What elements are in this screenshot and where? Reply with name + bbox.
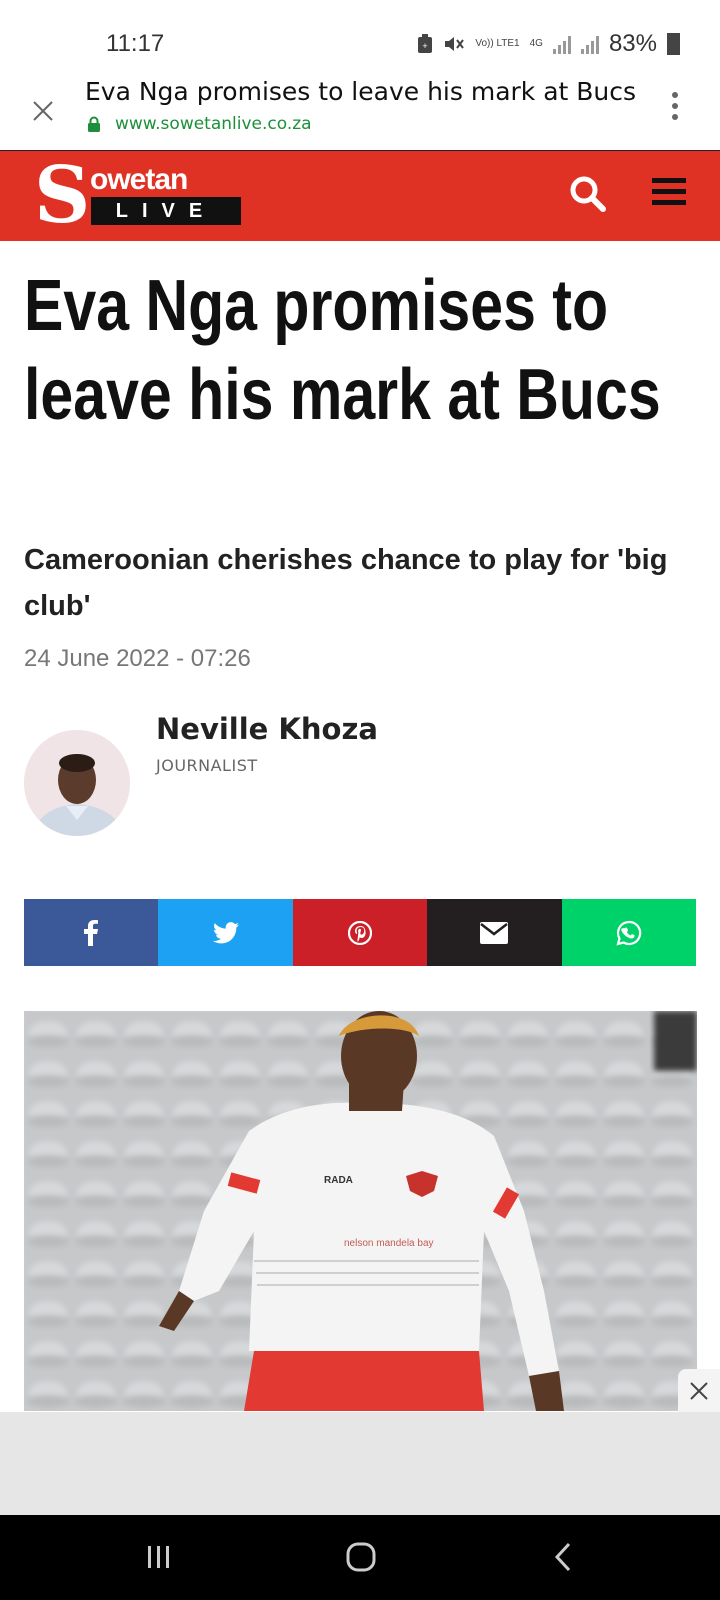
article-subheadline: Cameroonian cherishes chance to play for… bbox=[24, 544, 668, 622]
lock-icon bbox=[88, 116, 100, 132]
football-player-photo: RADA nelson mandela bay bbox=[24, 1011, 697, 1411]
tab-title: Eva Nga promises to leave his mark at Bu… bbox=[85, 77, 637, 106]
system-nav-bar bbox=[0, 1515, 720, 1600]
more-options-icon[interactable] bbox=[660, 92, 690, 126]
share-twitter-button[interactable] bbox=[158, 899, 293, 966]
battery-percent: 83% bbox=[608, 30, 657, 57]
author-role: JOURNALIST bbox=[156, 756, 258, 775]
facebook-icon bbox=[84, 919, 99, 946]
data-saver-icon: + bbox=[418, 34, 433, 53]
logo-word: owetan bbox=[90, 163, 188, 196]
network-label: Vo)) LTE1 bbox=[475, 38, 520, 49]
mute-icon bbox=[445, 37, 465, 51]
ad-close-icon[interactable] bbox=[678, 1369, 720, 1412]
pinterest-icon bbox=[348, 920, 373, 945]
close-icon[interactable] bbox=[28, 96, 58, 126]
jersey-brand: RADA bbox=[324, 1175, 353, 1186]
whatsapp-icon bbox=[616, 920, 642, 946]
article-hero-image[interactable]: RADA nelson mandela bay bbox=[24, 1011, 697, 1411]
back-icon[interactable] bbox=[552, 1541, 574, 1573]
logo-letter: S bbox=[34, 150, 91, 241]
ad-banner[interactable] bbox=[0, 1412, 720, 1515]
author-avatar[interactable] bbox=[24, 730, 130, 836]
article-date: 24 June 2022 - 07:26 bbox=[24, 645, 251, 672]
author-photo bbox=[24, 730, 130, 836]
svg-text:+: + bbox=[423, 41, 428, 51]
recent-apps-icon[interactable] bbox=[145, 1543, 173, 1571]
author-name[interactable]: Neville Khoza bbox=[156, 712, 378, 746]
network-type: 4G bbox=[529, 38, 543, 49]
share-email-button[interactable] bbox=[427, 899, 562, 966]
hamburger-menu-icon[interactable] bbox=[652, 178, 686, 212]
share-facebook-button[interactable] bbox=[24, 899, 159, 966]
status-icons: + Vo)) LTE1 4G 83% bbox=[417, 30, 680, 58]
headline-text: Eva Nga promises to leave his mark at Bu… bbox=[24, 266, 661, 435]
share-bar bbox=[24, 899, 697, 966]
article-headline: Eva Nga promises to leave his mark at Bu… bbox=[24, 262, 680, 440]
tab-url: www.sowetanlive.co.za bbox=[115, 114, 312, 134]
share-whatsapp-button[interactable] bbox=[561, 899, 697, 966]
share-pinterest-button[interactable] bbox=[292, 899, 428, 966]
logo-live: LIVE bbox=[91, 197, 241, 225]
twitter-icon bbox=[212, 921, 239, 943]
email-icon bbox=[480, 921, 509, 944]
search-icon[interactable] bbox=[568, 174, 608, 214]
home-icon[interactable] bbox=[345, 1541, 377, 1573]
status-time: 11:17 bbox=[106, 30, 165, 57]
jersey-sponsor: nelson mandela bay bbox=[344, 1238, 434, 1249]
battery-icon bbox=[667, 33, 680, 55]
sowetan-live-logo[interactable]: S owetan LIVE bbox=[34, 157, 241, 235]
signal-icon bbox=[552, 34, 571, 54]
signal-icon-2 bbox=[580, 34, 599, 54]
